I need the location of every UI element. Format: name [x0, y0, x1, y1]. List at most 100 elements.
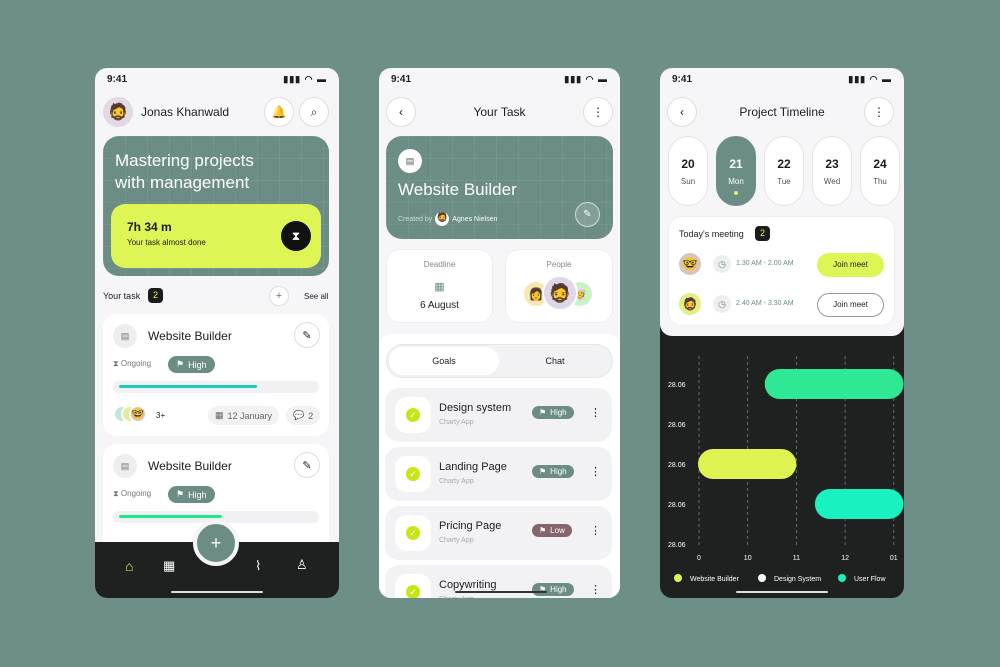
goal-item[interactable]: ✓ Design system Charty App ⚑ High ⋮ [385, 388, 612, 442]
timer-card[interactable]: 7h 34 m Your task almost done ⧗ [111, 204, 321, 268]
profile-icon[interactable]: ♙ [296, 557, 308, 573]
meeting-avatar: 🧔 [677, 291, 703, 317]
legend-marker [838, 574, 846, 582]
add-icon[interactable]: + [193, 520, 239, 566]
home-indicator [736, 591, 828, 593]
edit-icon[interactable]: ✎ [294, 452, 320, 478]
timer-value: 7h 34 m [127, 220, 172, 234]
meeting-count-badge: 2 [755, 226, 770, 241]
priority-badge: ⚑ High [532, 465, 574, 478]
goal-subtitle: Charty App [439, 596, 474, 598]
status-icons: ▮▮▮ ◠ ▬ [564, 74, 608, 84]
task-detail-screen: 9:41 ▮▮▮ ◠ ▬ ‹ Your Task ⋮ ▤ Website Buil… [379, 68, 620, 598]
check-icon: ✓ [406, 408, 420, 422]
check-icon: ✓ [406, 585, 420, 598]
created-by: Created by 🧔 Agnes Nielsen [398, 212, 497, 226]
day-24[interactable]: 24 Thu [860, 136, 900, 206]
calendar-icon: ▦ [434, 281, 445, 293]
home-icon[interactable]: ⌂ [125, 558, 133, 574]
people-label: People [546, 260, 572, 269]
meeting-avatar: 🤓 [677, 251, 703, 277]
timer-caption: Your task almost done [127, 238, 206, 247]
members-extra: 3+ [156, 411, 166, 420]
status-label: ⧗ Ongoing [113, 489, 152, 498]
see-all-link[interactable]: See all [304, 292, 328, 301]
task-title: Website Builder [148, 329, 232, 343]
day-20[interactable]: 20 Sun [668, 136, 708, 206]
gantt-bar [764, 369, 904, 399]
deadline-value: 6 August [420, 300, 459, 311]
check-container[interactable]: ✓ [395, 515, 431, 551]
more-icon[interactable]: ⋮ [864, 97, 894, 127]
avatar[interactable]: 🧔 [103, 97, 133, 127]
goal-item[interactable]: ✓ Landing Page Charty App ⚑ High ⋮ [385, 447, 612, 501]
day-23[interactable]: 23 Wed [812, 136, 852, 206]
search-icon[interactable]: ⌕ [299, 97, 329, 127]
check-container[interactable]: ✓ [395, 397, 431, 433]
meeting-time: 2.40 AM - 3.30 AM [736, 300, 794, 307]
progress-bar [113, 381, 319, 393]
edit-icon[interactable]: ✎ [575, 202, 600, 227]
creator-avatar: 🧔 [435, 212, 450, 226]
hero-title: Mastering projects with management [115, 151, 254, 192]
more-icon[interactable]: ⋮ [590, 406, 601, 419]
y-tick-label: 28.06 [668, 422, 686, 429]
created-by-label: Created by [398, 215, 433, 223]
goal-title: Landing Page [439, 461, 507, 473]
tab-chat[interactable]: Chat [500, 347, 610, 375]
priority-text: High [188, 489, 207, 500]
date-pill: ▦ 12 January [208, 406, 280, 425]
join-meet-button[interactable]: Join meet [817, 253, 884, 277]
hourglass-icon[interactable]: ⧗ [281, 221, 311, 251]
priority-text: High [550, 467, 567, 476]
active-dot [734, 191, 738, 195]
browser-icon: ▤ [113, 454, 137, 478]
x-tick-label: 12 [841, 555, 849, 562]
goal-subtitle: Charty App [439, 419, 474, 426]
goal-title: Design system [439, 402, 512, 414]
more-icon[interactable]: ⋮ [590, 524, 601, 537]
project-card: ▤ Website Builder Created by 🧔 Agnes Niels… [386, 136, 613, 239]
y-tick-label: 28.06 [668, 382, 686, 389]
status-text: Ongoing [120, 359, 152, 368]
x-tick-label: 01 [890, 555, 898, 562]
join-meet-button[interactable]: Join meet [817, 293, 884, 317]
day-21[interactable]: 21 Mon [716, 136, 756, 206]
day-22[interactable]: 22 Tue [764, 136, 804, 206]
legend-label: User Flow [854, 576, 886, 583]
more-icon[interactable]: ⋮ [583, 97, 613, 127]
home-indicator [455, 591, 547, 593]
x-tick-label: 10 [744, 555, 752, 562]
goal-item[interactable]: ✓ Pricing Page Charty App ⚑ Low ⋮ [385, 506, 612, 560]
priority-badge: ⚑ Low [532, 524, 572, 537]
task-title: Website Builder [148, 459, 232, 473]
meetings-title: Today's meeting [679, 229, 744, 239]
people-card[interactable]: People 👩 👳 🧔 [505, 249, 613, 323]
x-tick-label: 0 [697, 555, 701, 562]
member-avatar: 🤓 [129, 405, 147, 423]
check-container[interactable]: ✓ [395, 574, 431, 598]
more-icon[interactable]: ⋮ [590, 583, 601, 596]
gantt-bar [698, 449, 797, 479]
chart-icon[interactable]: ⌇ [255, 558, 261, 574]
section-title: Your task [103, 291, 141, 301]
tab-goals[interactable]: Goals [389, 347, 499, 375]
legend-marker [674, 574, 682, 582]
x-tick-label: 11 [793, 555, 800, 562]
goal-item[interactable]: ✓ Copywriting Charty App ⚑ High ⋮ [385, 565, 612, 598]
edit-icon[interactable]: ✎ [294, 322, 320, 348]
calendar-icon[interactable]: ▦ [163, 558, 175, 574]
legend-marker [758, 574, 766, 582]
priority-badge: ⚑ High [532, 406, 574, 419]
comments-pill[interactable]: 💬 2 [286, 406, 321, 425]
bell-icon[interactable]: 🔔 [264, 97, 294, 127]
status-label: ⧗ Ongoing [113, 359, 152, 368]
project-title: Website Builder [398, 180, 517, 199]
add-task-button[interactable]: + [269, 286, 289, 306]
check-container[interactable]: ✓ [395, 456, 431, 492]
task-card[interactable]: ▤ Website Builder ✎ ⧗ Ongoing ⚑ High 🤓 3… [103, 314, 329, 436]
browser-icon: ▤ [398, 149, 422, 173]
home-screen: 9:41 ▮▮▮ ◠ ▬ 🧔 Jonas Khanwald 🔔 ⌕ Masteri… [95, 68, 339, 598]
hero-card: Mastering projects with management 7h 34… [103, 136, 329, 276]
more-icon[interactable]: ⋮ [590, 465, 601, 478]
